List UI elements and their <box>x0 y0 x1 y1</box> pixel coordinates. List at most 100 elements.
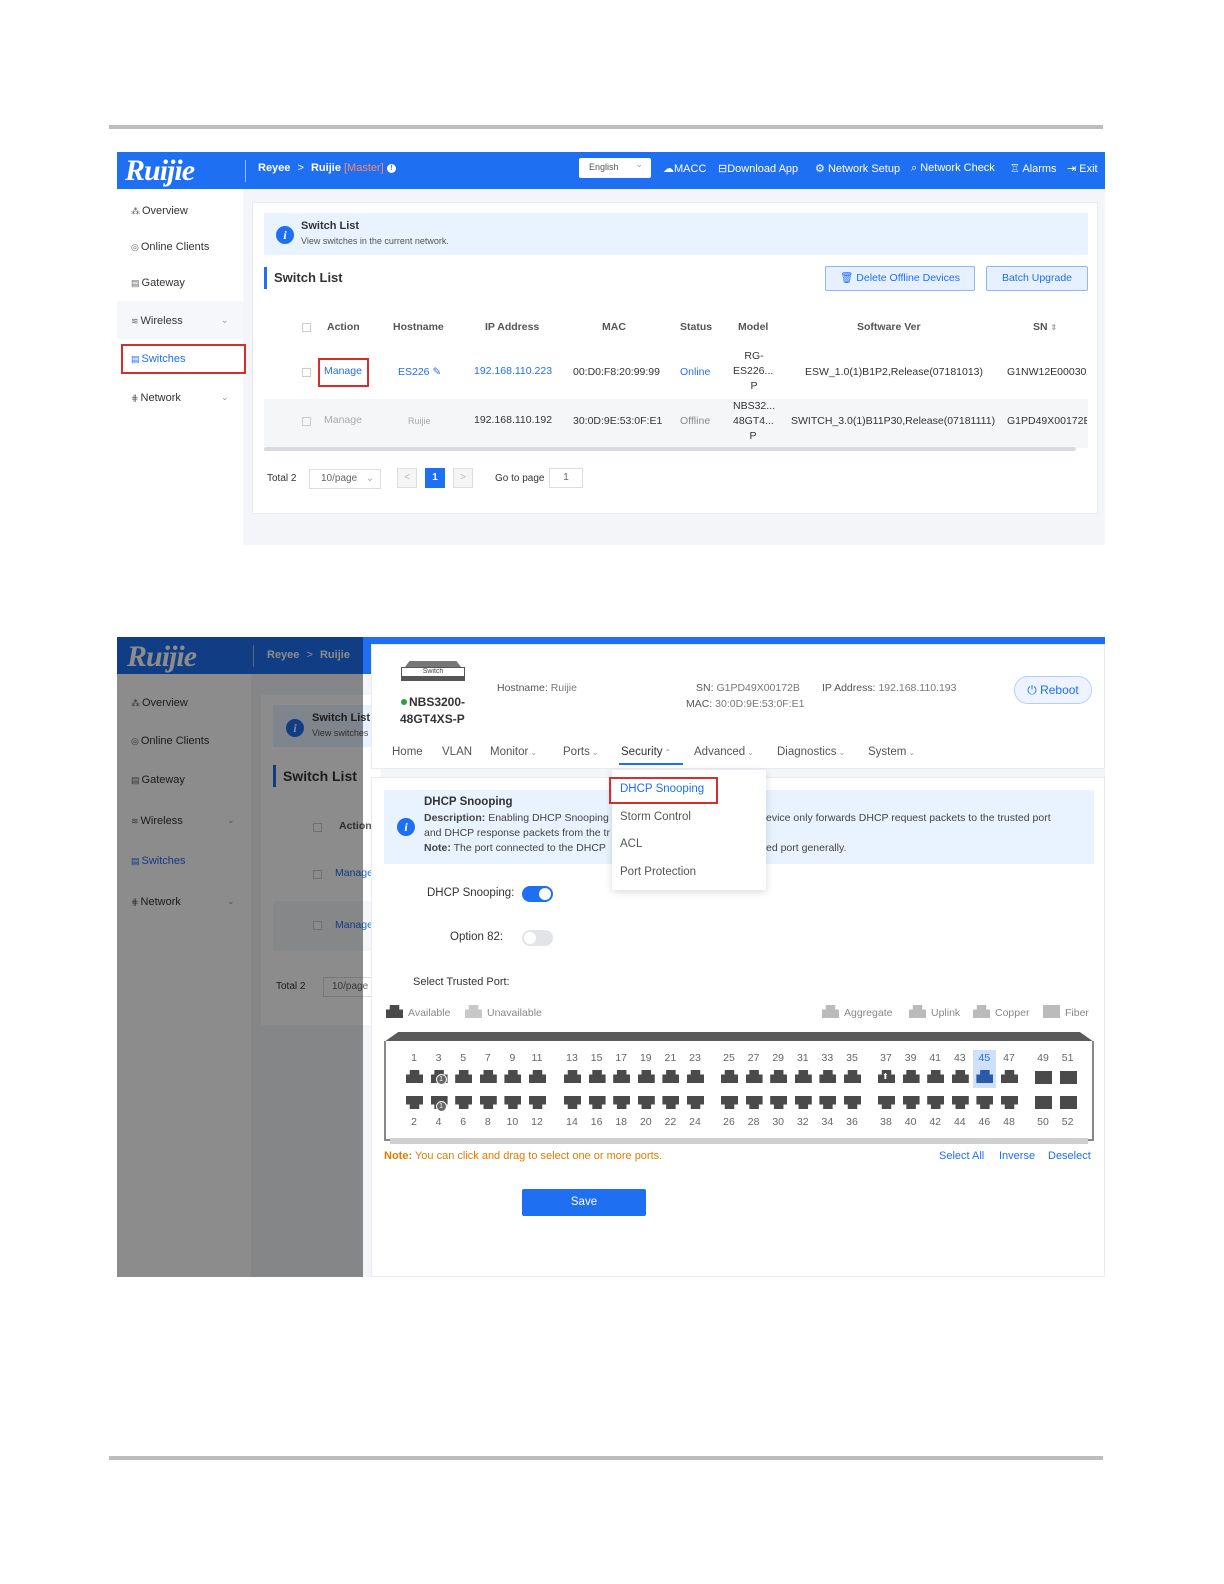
row-model: RG- ES226... P <box>733 350 774 392</box>
port-number: 32 <box>796 1116 809 1128</box>
port-51[interactable] <box>1059 1071 1077 1084</box>
menu-item-port-protection[interactable]: Port Protection <box>620 866 696 878</box>
exit-link[interactable]: ⇥ Exit <box>1067 162 1098 175</box>
edit-icon[interactable]: ✎ <box>432 366 441 378</box>
select-all-checkbox[interactable] <box>302 323 311 332</box>
page-size-select[interactable]: 10/page ⌄ <box>309 469 381 489</box>
reboot-button[interactable]: ⏻ Reboot <box>1014 676 1092 704</box>
tab-home[interactable]: Home <box>392 746 423 758</box>
cloud-icon: ☁ <box>663 163 674 175</box>
port-number: 23 <box>689 1052 701 1064</box>
port-number: 24 <box>689 1116 701 1128</box>
row-status: Online <box>680 366 711 378</box>
breadcrumb-role: [Master] <box>344 162 384 174</box>
tab-monitor[interactable]: Monitor ⌄ <box>490 746 537 758</box>
port-52[interactable] <box>1059 1096 1077 1109</box>
sidebar-item-network[interactable]: ⋕ Network <box>131 392 181 404</box>
dhcp-snooping-toggle[interactable] <box>522 886 553 902</box>
legend-aggregate: Aggregate <box>822 1005 892 1019</box>
row-checkbox[interactable] <box>302 417 311 426</box>
port-number: 33 <box>821 1052 834 1064</box>
inverse-link[interactable]: Inverse <box>999 1150 1035 1162</box>
row-software: SWITCH_3.0(1)B11P30,Release(07181111) <box>791 415 996 427</box>
language-select[interactable]: English <box>579 158 651 178</box>
port-number: 43 <box>953 1052 966 1064</box>
info-icon[interactable]: ! <box>386 164 396 173</box>
col-mac: MAC <box>602 321 626 333</box>
breadcrumb-root[interactable]: Reyee <box>258 162 290 174</box>
info-icon: i <box>397 818 415 836</box>
port-50[interactable] <box>1035 1096 1052 1109</box>
macc-link[interactable]: ☁MACC <box>663 162 706 175</box>
row-ip[interactable]: 192.168.110.223 <box>474 365 552 377</box>
horizontal-scrollbar[interactable] <box>264 447 1076 451</box>
port-number: 39 <box>904 1052 917 1064</box>
port-number: 20 <box>639 1116 652 1128</box>
current-page[interactable]: 1 <box>425 468 445 488</box>
select-all-link[interactable]: Select All <box>939 1150 984 1162</box>
tab-advanced[interactable]: Advanced ⌄ <box>694 746 754 758</box>
row-status: Offline <box>680 415 711 427</box>
network-setup-link[interactable]: ⚙ Network Setup <box>815 162 900 175</box>
port-number: 22 <box>664 1116 677 1128</box>
deselect-link[interactable]: Deselect <box>1048 1150 1091 1162</box>
port-number: 12 <box>531 1116 543 1128</box>
delete-offline-devices-button[interactable]: 🗑 Delete Offline Devices <box>825 266 975 291</box>
next-page-button[interactable]: > <box>453 468 473 488</box>
goto-page-input[interactable]: 1 <box>549 468 583 488</box>
download-app-link[interactable]: ⊟Download App <box>718 162 798 175</box>
col-sn[interactable]: SN ⇕ <box>1033 321 1057 333</box>
notice-title: Switch List <box>301 220 360 232</box>
row-hostname[interactable]: ES226 ✎ <box>398 366 441 378</box>
menu-item-storm-control[interactable]: Storm Control <box>620 811 691 823</box>
tab-diagnostics[interactable]: Diagnostics ⌄ <box>777 746 845 758</box>
row-software: ESW_1.0(1)B1P2,Release(07181013) <box>805 366 984 378</box>
breadcrumb-device[interactable]: Ruijie <box>311 162 341 174</box>
port-number: 19 <box>639 1052 652 1064</box>
sidebar-item-overview[interactable]: ⁂ Overview <box>131 205 188 217</box>
port-49[interactable] <box>1035 1071 1052 1084</box>
row-hostname: Ruijie <box>408 416 431 426</box>
alarms-link[interactable]: ♖ Alarms <box>1010 162 1057 175</box>
dhcp-notice-note-2: ed port generally. <box>766 842 847 854</box>
row-checkbox[interactable] <box>302 368 311 377</box>
save-button[interactable]: Save <box>522 1189 646 1216</box>
sidebar-item-gateway[interactable]: ▤ Gateway <box>131 277 185 289</box>
clients-icon: ◎ <box>131 242 139 252</box>
batch-upgrade-button[interactable]: Batch Upgrade <box>986 266 1088 291</box>
modal-backdrop[interactable] <box>117 637 363 1277</box>
prev-page-button[interactable]: < <box>397 468 417 488</box>
device-ip: IP Address: 192.168.110.193 <box>822 682 957 694</box>
menu-item-acl[interactable]: ACL <box>620 838 642 850</box>
tab-vlan[interactable]: VLAN <box>442 746 472 758</box>
exit-icon: ⇥ <box>1067 163 1077 175</box>
option82-toggle[interactable] <box>522 930 553 946</box>
network-check-link[interactable]: ⌕ Network Check <box>911 162 995 175</box>
breadcrumb: Reyee > Ruijie [Master] ! <box>258 162 396 174</box>
port-number: 13 <box>566 1052 578 1064</box>
port-number: 27 <box>747 1052 760 1064</box>
power-icon: ⏻ <box>1027 683 1037 697</box>
port-number: 30 <box>772 1116 785 1128</box>
chevron-up-icon: ⌃ <box>664 748 672 757</box>
trash-icon: 🗑 <box>840 272 854 284</box>
tab-security[interactable]: Security ⌃ <box>621 746 671 758</box>
sidebar-item-wireless[interactable]: ≋ Wireless <box>131 315 183 327</box>
port-number: 46 <box>978 1116 991 1128</box>
port-number: 2 <box>411 1116 417 1128</box>
tab-system[interactable]: System ⌄ <box>868 746 915 758</box>
port-number: 48 <box>1003 1116 1015 1128</box>
legend-available: Available <box>386 1005 450 1019</box>
row-model: NBS32... 48GT4... P <box>733 400 776 442</box>
sidebar-item-online-clients[interactable]: ◎ Online Clients <box>131 241 209 253</box>
tab-ports[interactable]: Ports ⌄ <box>563 746 599 758</box>
port-number: 34 <box>821 1116 834 1128</box>
legend-unavailable: Unavailable <box>465 1005 542 1019</box>
chassis-bottom <box>390 1138 1088 1144</box>
device-hostname: Hostname: Ruijie <box>497 682 577 694</box>
notice-description: View switches in the current network. <box>301 236 449 246</box>
port-number: 18 <box>615 1116 628 1128</box>
row-mac: 00:D0:F8:20:99:99 <box>573 366 660 378</box>
goto-label: Go to page <box>495 473 545 484</box>
port-number: 45 <box>978 1052 991 1064</box>
